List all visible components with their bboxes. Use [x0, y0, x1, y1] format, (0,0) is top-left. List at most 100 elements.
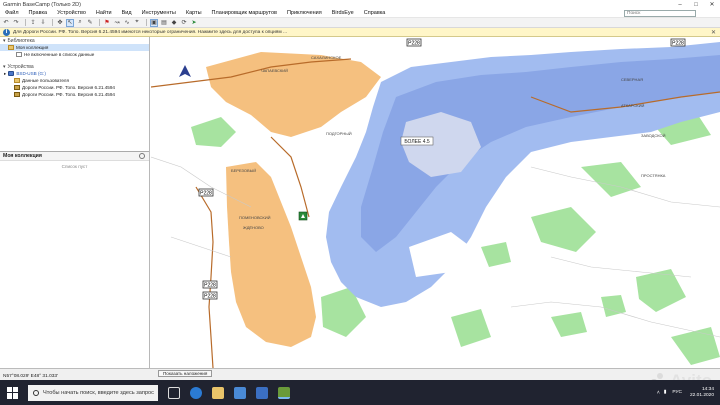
- toolbar-separator: [25, 19, 26, 26]
- map-canvas[interactable]: P228 P228 P228 P228 P228 БОЛЕЕ 4.5 САХАЛ…: [151, 37, 720, 368]
- menu-tools[interactable]: Инструменты: [137, 10, 181, 16]
- location-icon[interactable]: ➤: [190, 19, 198, 27]
- place-label: ЗАВОДСКОЙ: [641, 133, 666, 138]
- toolbar-separator: [52, 19, 53, 26]
- network-icon[interactable]: ▮: [664, 390, 667, 395]
- toolbar-separator: [146, 19, 147, 26]
- measure-icon[interactable]: ✎: [86, 19, 94, 27]
- place-label: АТКАРСКИЙ: [621, 103, 645, 108]
- empty-list-text: Список пуст: [61, 164, 88, 169]
- maximize-button[interactable]: □: [688, 0, 704, 9]
- system-tray: ˄ ▮ РУС 14:34 22.01.2020: [657, 387, 714, 399]
- tree-item-label: Дороги России. РФ. Топо. Версия 6.21.459…: [22, 85, 115, 90]
- undo-icon[interactable]: ↶: [2, 19, 10, 27]
- depth-label-box: БОЛЕЕ 4.5: [400, 136, 434, 146]
- receive-icon[interactable]: ⇩: [39, 19, 47, 27]
- search-icon: [33, 389, 39, 396]
- clock-date: 22.01.2020: [689, 392, 714, 398]
- library-section-header[interactable]: ▾ Библиотека: [0, 37, 149, 44]
- menu-edit[interactable]: Правка: [24, 10, 53, 16]
- menu-file[interactable]: Файл: [0, 10, 24, 16]
- map-mode-icon[interactable]: ▤: [160, 19, 168, 27]
- pan-icon[interactable]: ✥: [56, 19, 64, 27]
- search-input[interactable]: [624, 10, 696, 17]
- toolbar-separator: [99, 19, 100, 26]
- map-select-icon[interactable]: ▣: [150, 18, 158, 27]
- title-bar: Garmin BaseCamp (Только 2D) – □ ✕: [0, 0, 720, 9]
- road-label: P228: [672, 41, 684, 47]
- status-bar: N57°08.029' E48° 31.033' Показать наложе…: [0, 368, 720, 380]
- depth-label: БОЛЕЕ 4.5: [404, 139, 430, 145]
- route-icon[interactable]: ↝: [113, 19, 121, 27]
- mail-icon[interactable]: [256, 386, 268, 399]
- browser-icon[interactable]: [190, 386, 202, 399]
- task-view-icon[interactable]: [168, 386, 180, 399]
- store-icon[interactable]: [234, 386, 246, 399]
- menu-route-planner[interactable]: Планировщик маршрутов: [207, 10, 282, 16]
- menu-birdseye[interactable]: BirdsEye: [327, 10, 359, 16]
- select-icon[interactable]: ↖: [66, 18, 74, 27]
- tree-item-label: Моя коллекция: [16, 45, 49, 50]
- close-button[interactable]: ✕: [704, 0, 720, 9]
- map-marker-icon[interactable]: [298, 211, 308, 221]
- place-label: САХАЛИНСКОЕ: [311, 55, 342, 60]
- collection-panel: Моя коллекция Список пуст: [0, 151, 149, 361]
- map-icon: [14, 85, 20, 90]
- library-label: Библиотека: [7, 37, 35, 44]
- tree-item-unlisted[interactable]: Не включенные в список данные: [0, 51, 149, 58]
- menu-view[interactable]: Вид: [117, 10, 137, 16]
- rotate-icon[interactable]: ⟳: [180, 19, 188, 27]
- explorer-icon[interactable]: [212, 386, 224, 399]
- place-label: СЕВЕРНАЯ: [621, 77, 643, 82]
- basecamp-icon[interactable]: [278, 386, 290, 399]
- taskbar: Чтобы начать поиск, введите здесь запрос…: [0, 380, 720, 405]
- tree-item-label: Данные пользователя: [22, 78, 69, 83]
- map-view[interactable]: P228 P228 P228 P228 P228 БОЛЕЕ 4.5 САХАЛ…: [151, 37, 720, 368]
- collapse-arrow-icon[interactable]: ▾: [3, 64, 6, 70]
- notification-bar[interactable]: i Для Дороги России. РФ. Топо. Версия 6.…: [0, 28, 720, 37]
- waypoint-icon[interactable]: ⚑: [103, 19, 111, 27]
- notification-close-button[interactable]: ✕: [711, 29, 716, 36]
- tree-item-label: Не включенные в список данные: [24, 52, 95, 57]
- show-overlays-button[interactable]: Показать наложения: [158, 370, 213, 377]
- devices-section-header[interactable]: ▾ Устройства: [0, 63, 149, 70]
- folder-icon: [8, 45, 14, 50]
- tree-item-map-1[interactable]: Дороги России. РФ. Топо. Версия 6.21.459…: [0, 84, 149, 91]
- clock[interactable]: 14:34 22.01.2020: [690, 387, 714, 399]
- place-label: ПРОСТЯНКА: [641, 173, 666, 178]
- tree-item-my-collection[interactable]: Моя коллекция: [0, 44, 149, 51]
- gps-icon[interactable]: ⌖: [133, 19, 141, 27]
- track-icon[interactable]: ∿: [123, 19, 131, 27]
- gear-icon[interactable]: [139, 153, 145, 159]
- road-label: P228: [204, 294, 216, 300]
- place-label: ПОДГОРНЫЙ: [326, 131, 352, 136]
- place-label: ЧАПАЕВСКИЙ: [261, 68, 288, 73]
- menu-find[interactable]: Найти: [91, 10, 117, 16]
- language-indicator[interactable]: РУС: [672, 390, 682, 395]
- road-label: P228: [200, 191, 212, 197]
- info-icon: i: [3, 28, 10, 36]
- place-label: ЖДЁНОВО: [243, 225, 264, 230]
- collapse-arrow-icon[interactable]: ▾: [3, 38, 6, 44]
- minimize-button[interactable]: –: [672, 0, 688, 9]
- tree-item-user-data[interactable]: Данные пользователя: [0, 77, 149, 84]
- tray-expand-icon[interactable]: ˄: [657, 390, 660, 396]
- usb-drive-icon: [8, 71, 15, 76]
- collection-panel-header: Моя коллекция: [0, 152, 149, 161]
- expand-arrow-icon[interactable]: ▸: [4, 71, 6, 77]
- tree-item-device[interactable]: ▸ BSD-USB (G:): [0, 70, 149, 77]
- redo-icon[interactable]: ↷: [12, 19, 20, 27]
- menu-maps[interactable]: Карты: [181, 10, 207, 16]
- windows-start-icon[interactable]: [7, 386, 19, 399]
- taskbar-search-box[interactable]: Чтобы начать поиск, введите здесь запрос: [28, 384, 158, 401]
- notification-text[interactable]: Для Дороги России. РФ. Топо. Версия 6.21…: [13, 30, 287, 35]
- menu-help[interactable]: Справка: [359, 10, 391, 16]
- zoom-icon[interactable]: ⌕: [76, 19, 84, 27]
- devices-label: Устройства: [7, 63, 34, 70]
- road-label: P228: [408, 41, 420, 47]
- 3d-icon[interactable]: ◆: [170, 19, 178, 27]
- menu-adventures[interactable]: Приключения: [282, 10, 327, 16]
- send-icon[interactable]: ⇪: [29, 19, 37, 27]
- tree-item-map-2[interactable]: Дороги России. РФ. Топо. Версия 6.21.459…: [0, 91, 149, 98]
- menu-device[interactable]: Устройство: [52, 10, 91, 16]
